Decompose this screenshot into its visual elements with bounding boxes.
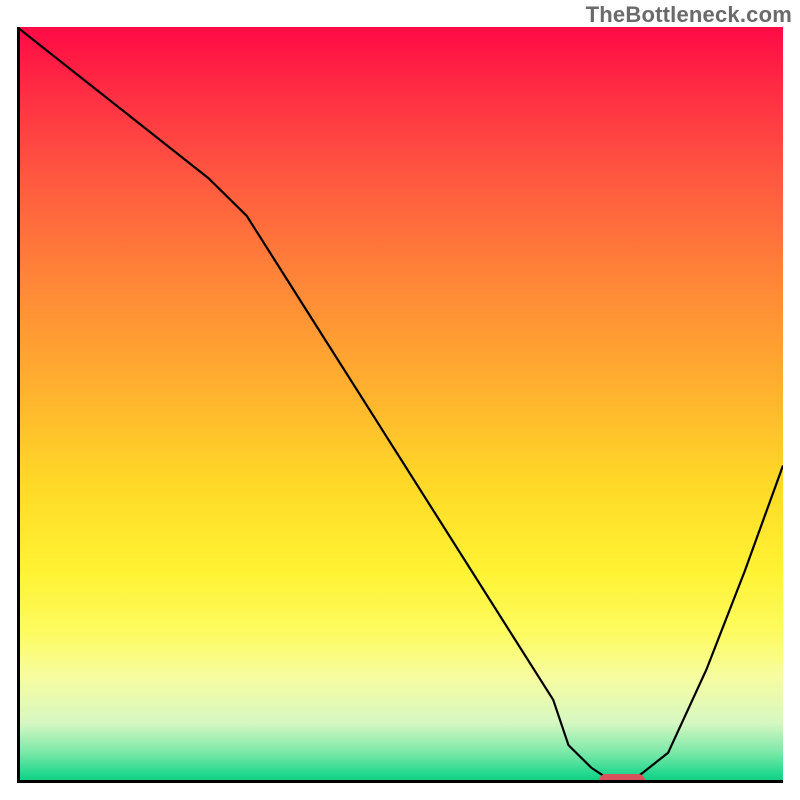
plot-area <box>17 27 783 783</box>
chart-overlay-svg <box>17 27 783 783</box>
bottleneck-chart: TheBottleneck.com <box>0 0 800 800</box>
bottleneck-curve <box>17 27 783 783</box>
watermark-text: TheBottleneck.com <box>586 2 792 28</box>
